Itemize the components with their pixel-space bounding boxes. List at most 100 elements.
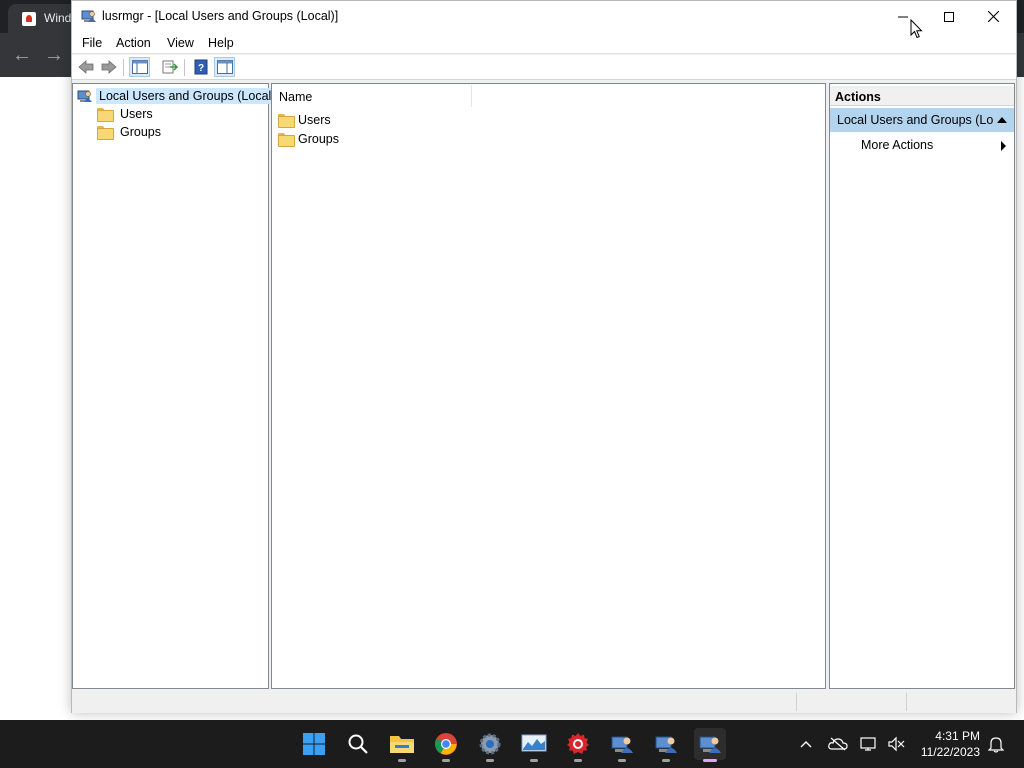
onedrive-tray-button[interactable] xyxy=(828,734,848,754)
notifications-button[interactable] xyxy=(986,734,1006,754)
running-indicator xyxy=(442,759,450,762)
menu-view[interactable]: View xyxy=(167,36,194,50)
start-button[interactable] xyxy=(298,728,330,760)
export-list-icon xyxy=(162,60,178,74)
chrome-icon xyxy=(435,733,457,755)
collapse-up-icon[interactable] xyxy=(997,117,1007,123)
maximize-button[interactable] xyxy=(926,1,972,32)
menu-bar: File Action View Help xyxy=(72,32,1016,54)
toolbar: ? xyxy=(72,55,1016,80)
list-header: Name xyxy=(272,84,825,108)
mouse-cursor-icon xyxy=(910,19,923,39)
list-item-users[interactable]: Users xyxy=(278,111,331,129)
title-bar[interactable]: lusrmgr - [Local Users and Groups (Local… xyxy=(72,1,1016,32)
folder-icon xyxy=(97,126,114,140)
chrome-button[interactable] xyxy=(430,728,462,762)
folder-icon xyxy=(278,133,295,147)
actions-header: Actions xyxy=(830,86,1014,106)
users-computer-icon xyxy=(77,90,92,102)
show-hide-console-tree-button[interactable] xyxy=(129,57,150,77)
network-icon xyxy=(860,737,876,751)
mmc-app-button[interactable] xyxy=(650,728,682,762)
clock-time[interactable]: 4:31 PM xyxy=(900,729,980,743)
maximize-icon xyxy=(944,11,954,22)
console-tree-pane[interactable]: Local Users and Groups (Local) Users Gro… xyxy=(72,83,279,689)
menu-help[interactable]: Help xyxy=(208,36,234,50)
network-tray-button[interactable] xyxy=(859,734,879,754)
mmc-app-button-active[interactable] xyxy=(694,728,726,762)
browser-forward-icon[interactable]: → xyxy=(44,43,64,67)
status-divider xyxy=(906,693,907,711)
window-title: lusrmgr - [Local Users and Groups (Local… xyxy=(102,9,339,23)
actions-section-label: Local Users and Groups (Lo... xyxy=(837,113,993,127)
active-indicator xyxy=(703,759,717,762)
forward-button[interactable] xyxy=(98,57,119,77)
actions-title: Actions xyxy=(835,90,881,104)
close-icon xyxy=(987,11,999,22)
forward-icon xyxy=(101,60,117,74)
settings-button[interactable] xyxy=(474,728,506,762)
search-icon xyxy=(348,734,368,754)
back-icon xyxy=(77,60,93,74)
tree-node-root[interactable]: Local Users and Groups (Local) xyxy=(77,87,279,105)
running-indicator xyxy=(486,759,494,762)
list-item-groups[interactable]: Groups xyxy=(278,130,339,148)
folder-icon xyxy=(97,108,114,122)
back-button[interactable] xyxy=(75,57,96,77)
monitor-app-button[interactable] xyxy=(518,728,550,762)
lusrmgr-window: lusrmgr - [Local Users and Groups (Local… xyxy=(71,0,1017,713)
menu-file[interactable]: File xyxy=(82,36,102,50)
running-indicator xyxy=(618,759,626,762)
bell-icon xyxy=(988,737,1004,753)
status-bar xyxy=(72,690,1016,713)
search-button[interactable] xyxy=(342,728,374,760)
running-indicator xyxy=(530,759,538,762)
file-explorer-icon xyxy=(390,736,414,753)
browser-back-icon[interactable]: ← xyxy=(12,43,32,67)
actions-pane: Actions Local Users and Groups (Lo... Mo… xyxy=(829,83,1015,689)
mmc-app-icon xyxy=(611,736,633,753)
svg-text:?: ? xyxy=(197,63,203,74)
toolbar-separator xyxy=(184,59,185,76)
mmc-app-icon xyxy=(699,736,721,753)
tree-node-root-label: Local Users and Groups (Local) xyxy=(96,88,279,104)
tree-node-groups[interactable]: Groups xyxy=(97,123,164,141)
more-actions-item[interactable]: More Actions xyxy=(861,138,933,152)
toolbar-separator xyxy=(123,59,124,76)
show-hidden-icons-button[interactable] xyxy=(796,734,816,754)
redcircle-app-button[interactable] xyxy=(562,728,594,762)
file-explorer-button[interactable] xyxy=(386,728,418,762)
submenu-arrow-icon xyxy=(1001,141,1006,151)
close-button[interactable] xyxy=(970,1,1016,32)
running-indicator xyxy=(662,759,670,762)
settings-icon xyxy=(479,733,501,755)
taskbar: 4:31 PM 11/22/2023 xyxy=(0,720,1024,768)
column-divider[interactable] xyxy=(471,85,472,107)
tree-node-users[interactable]: Users xyxy=(97,105,156,123)
tab-favicon-icon xyxy=(22,12,36,26)
menu-action[interactable]: Action xyxy=(116,36,151,50)
clock-date[interactable]: 11/22/2023 xyxy=(900,745,980,759)
export-list-button[interactable] xyxy=(159,57,180,77)
monitor-app-icon xyxy=(521,734,547,752)
browser-tab-title: Wind xyxy=(44,11,72,25)
show-hide-console-tree-icon xyxy=(131,60,148,74)
show-hide-action-pane-icon xyxy=(216,60,233,74)
results-list-pane[interactable]: Name Users Groups xyxy=(271,83,826,689)
help-button[interactable]: ? xyxy=(190,57,211,77)
minimize-icon xyxy=(898,16,908,17)
list-item-label: Users xyxy=(298,113,331,127)
mmc-app-icon xyxy=(655,736,677,753)
help-icon: ? xyxy=(194,59,207,75)
running-indicator xyxy=(574,759,582,762)
start-icon xyxy=(303,733,325,755)
tree-node-groups-label: Groups xyxy=(120,125,161,139)
mmc-app-button[interactable] xyxy=(606,728,638,762)
actions-section-header[interactable]: Local Users and Groups (Lo... xyxy=(830,108,1014,132)
folder-icon xyxy=(278,114,295,128)
users-computer-icon xyxy=(81,10,96,22)
column-header-name[interactable]: Name xyxy=(279,90,312,104)
show-hide-action-pane-button[interactable] xyxy=(214,57,235,77)
cloud-offline-icon xyxy=(828,737,848,751)
list-item-label: Groups xyxy=(298,132,339,146)
